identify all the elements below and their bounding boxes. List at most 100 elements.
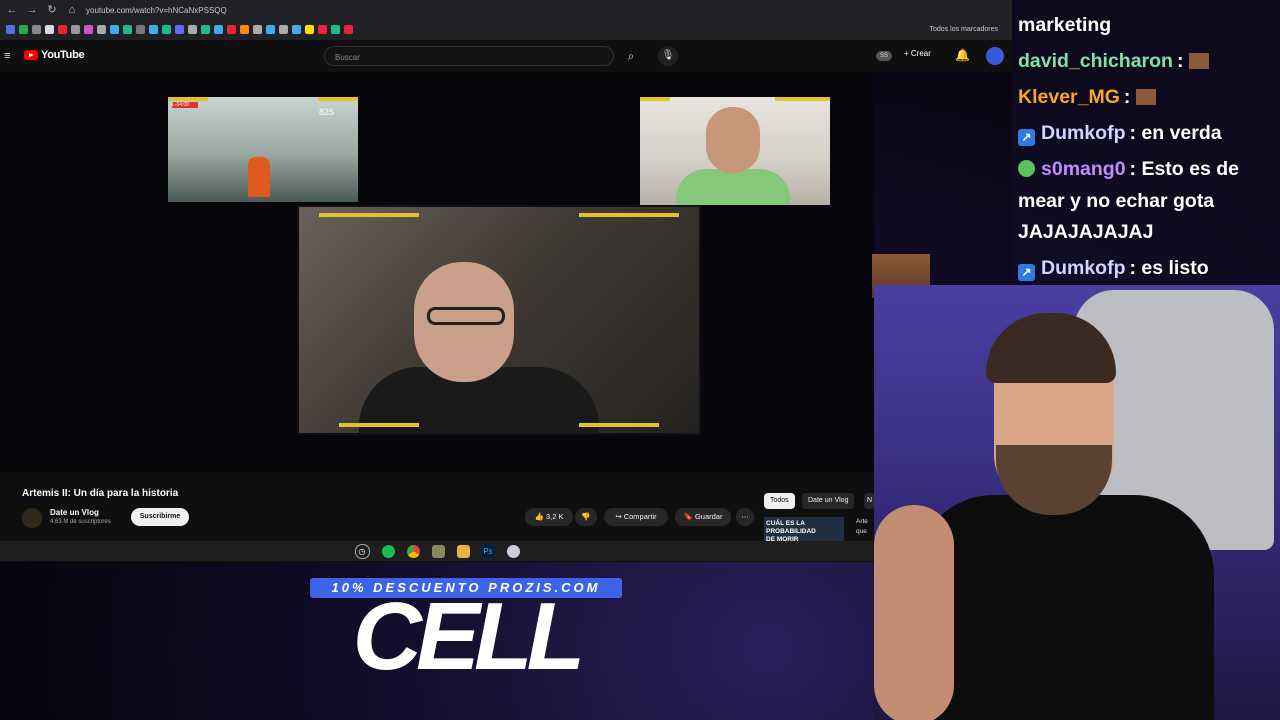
folder-icon[interactable]	[456, 544, 470, 558]
score-readout: 825	[318, 107, 334, 117]
chat-message: ↗ Dumkofp: es listo	[1018, 257, 1209, 281]
chat-text: : Esto es de	[1129, 158, 1239, 180]
chat-message: s0mang0: Esto es de	[1018, 158, 1239, 181]
bookmark-icon[interactable]	[214, 24, 223, 34]
back-icon[interactable]: ←	[4, 2, 20, 18]
bookmark-icon[interactable]	[110, 24, 119, 34]
chat-username: s0mang0	[1041, 158, 1126, 180]
search-box[interactable]	[324, 46, 614, 66]
bookmark-icon[interactable]	[188, 24, 197, 34]
url-bar[interactable]: youtube.com/watch?v=hNCaNxPSSQQ	[86, 6, 227, 15]
chrome-icon[interactable]	[406, 544, 420, 558]
recommended-title[interactable]: Arte que	[856, 517, 868, 537]
spotify-icon[interactable]	[381, 544, 395, 558]
chat-text: JAJAJAJAJAJ	[1018, 221, 1154, 243]
chat-message: mear y no echar gota	[1018, 190, 1214, 213]
more-button[interactable]: ⋯	[736, 508, 754, 526]
chat-username: david_chicharon	[1018, 50, 1173, 72]
channel-avatar[interactable]	[22, 508, 42, 528]
bookmark-icon[interactable]	[240, 24, 249, 34]
forward-icon[interactable]: →	[24, 2, 40, 18]
chat-emote-icon	[1135, 89, 1156, 105]
chat-badge-icon: ↗	[1018, 129, 1035, 146]
search-icon[interactable]: ⌕	[614, 46, 648, 66]
bell-icon[interactable]: 🔔	[955, 48, 970, 62]
bookmark-icon[interactable]	[292, 24, 301, 34]
bookmark-icon[interactable]	[266, 24, 275, 34]
bookmark-icon[interactable]	[71, 24, 80, 34]
frame-accent	[168, 97, 208, 101]
microphone-icon[interactable]: 🎙	[658, 46, 678, 66]
bookmark-icon[interactable]	[279, 24, 288, 34]
chat-badge-icon: ↗	[1018, 264, 1035, 281]
bookmark-icon[interactable]	[318, 24, 327, 34]
bookmark-icon[interactable]	[45, 24, 54, 34]
bookmark-icon[interactable]	[331, 24, 340, 34]
bookmark-icon[interactable]	[253, 24, 262, 34]
ss-badge[interactable]: SS	[876, 51, 892, 61]
frame-accent	[640, 97, 670, 101]
bookmarks-folder[interactable]: Todos los marcadores	[930, 26, 998, 33]
frame-accent	[318, 97, 358, 101]
frame-accent	[775, 97, 830, 101]
chat-text: : en verda	[1129, 122, 1222, 144]
bookmark-icon[interactable]	[201, 24, 210, 34]
chat-message: marketing	[1018, 14, 1111, 37]
bookmark-icon[interactable]	[84, 24, 93, 34]
recommended-title-line: Arte	[856, 518, 868, 525]
subscribe-button[interactable]: Suscribirme	[131, 508, 189, 526]
bookmark-icon[interactable]	[149, 24, 158, 34]
bookmark-icon[interactable]	[344, 24, 353, 34]
reload-icon[interactable]: ↻	[44, 2, 60, 18]
chip-todos[interactable]: Todos	[764, 493, 795, 509]
save-button[interactable]: 🔖 Guardar	[675, 508, 731, 526]
frame-accent	[339, 423, 419, 427]
avatar[interactable]	[986, 47, 1004, 65]
chat-username: Klever_MG	[1018, 86, 1120, 108]
bookmark-icon[interactable]	[227, 24, 236, 34]
dislike-button[interactable]: 👎	[575, 508, 597, 526]
share-label: Compartir	[623, 512, 657, 521]
chat-message: Klever_MG:	[1018, 86, 1156, 109]
promo-tag: 10% DESCUENTO PROZIS.COM	[310, 578, 622, 598]
create-button[interactable]: + Crear	[904, 49, 931, 58]
bookmark-icon[interactable]	[32, 24, 41, 34]
clock-app-icon[interactable]: ◷	[354, 543, 370, 559]
menu-icon[interactable]: ≡	[4, 50, 10, 62]
chat-text: :	[1123, 86, 1131, 108]
bookmark-icon[interactable]	[175, 24, 184, 34]
bookmark-icon[interactable]	[19, 24, 28, 34]
home-icon[interactable]: ⌂	[64, 2, 80, 18]
chat-emote-icon	[1188, 53, 1209, 69]
game-icon[interactable]	[431, 544, 445, 558]
bookmark-icon[interactable]	[305, 24, 314, 34]
bookmarks-bar: Todos los marcadores	[0, 20, 1012, 38]
search-input[interactable]	[333, 52, 587, 63]
video-title: Artemis II: Un día para la historia	[22, 488, 179, 499]
app-icon[interactable]	[506, 544, 520, 558]
share-button[interactable]: ↪ Compartir	[604, 508, 668, 526]
bookmark-icon[interactable]	[136, 24, 145, 34]
bookmark-icon[interactable]	[123, 24, 132, 34]
chat-message: ↗ Dumkofp: en verda	[1018, 122, 1222, 146]
main-cam	[297, 205, 701, 435]
chat-message: david_chicharon:	[1018, 50, 1209, 73]
recommended-title-line: que	[856, 528, 867, 535]
bookmark-icon[interactable]	[58, 24, 67, 34]
chat-username: Dumkofp	[1041, 122, 1126, 144]
hud-timer: L-04:00	[172, 102, 198, 108]
streamer-shirt	[914, 495, 1214, 720]
chat-text: : es listo	[1129, 257, 1209, 279]
like-button[interactable]: 👍 3,2 K	[525, 508, 573, 526]
youtube-logo-text: YouTube	[41, 49, 85, 61]
channel-name[interactable]: Date un Vlog	[50, 508, 99, 517]
bookmark-icon[interactable]	[6, 24, 15, 34]
chip-date-un-vlog[interactable]: Date un Vlog	[802, 493, 855, 509]
streamer-arm	[874, 505, 954, 720]
bookmark-icon[interactable]	[97, 24, 106, 34]
youtube-logo[interactable]: YouTube	[24, 49, 85, 61]
youtube-play-icon	[24, 50, 38, 60]
address-row: ← → ↻ ⌂ youtube.com/watch?v=hNCaNxPSSQQ	[0, 0, 1012, 20]
bookmark-icon[interactable]	[162, 24, 171, 34]
photoshop-icon[interactable]: Ps	[481, 544, 495, 558]
